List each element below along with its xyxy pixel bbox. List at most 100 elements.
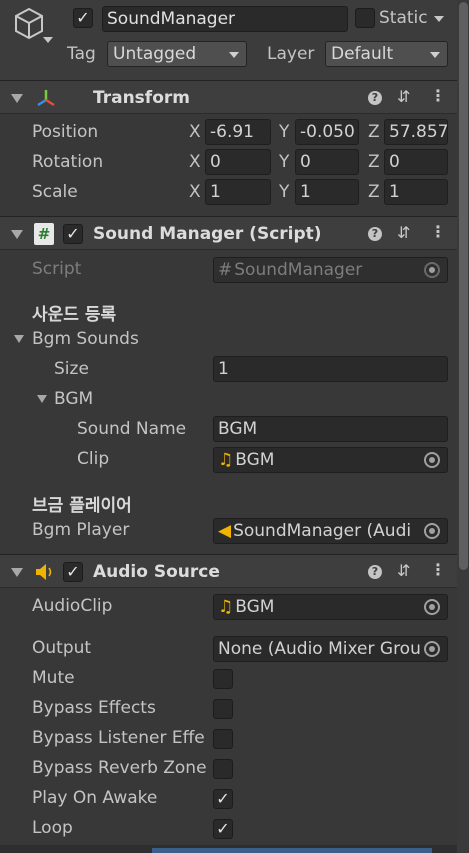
scale-x-field[interactable]: 1 <box>205 179 271 205</box>
bgm-player-field[interactable]: ◀ SoundManager (Audi <box>213 518 448 544</box>
audioclip-label[interactable]: AudioClip <box>32 596 112 616</box>
bypass-effects-checkbox[interactable] <box>213 699 233 719</box>
music-note-icon: ♫ <box>218 597 234 617</box>
mute-checkbox[interactable] <box>213 669 233 689</box>
loop-checkbox[interactable]: ✓ <box>213 819 233 839</box>
transform-header[interactable]: Transform ? ⇵ ⋮ <box>0 80 457 114</box>
static-toggle[interactable] <box>355 8 375 28</box>
script-file-icon: # <box>218 260 233 280</box>
scale-z-axis[interactable]: Z <box>368 182 380 202</box>
kebab-menu-icon[interactable]: ⋮ <box>430 222 446 241</box>
tag-dropdown[interactable]: Untagged <box>107 41 247 67</box>
tag-label: Tag <box>67 44 96 64</box>
scrollbar-thumb[interactable] <box>459 2 468 570</box>
script-value: SoundManager <box>234 260 363 280</box>
rotation-label[interactable]: Rotation <box>32 152 103 172</box>
object-picker-icon[interactable] <box>424 641 440 657</box>
bypass-listener-label[interactable]: Bypass Listener Effe <box>32 728 205 748</box>
bgm-element-foldout-icon[interactable] <box>37 395 47 403</box>
script-icon: # <box>34 223 54 245</box>
position-y-axis[interactable]: Y <box>279 122 289 142</box>
object-picker-icon[interactable] <box>424 523 440 539</box>
scale-z-field[interactable]: 1 <box>384 179 448 205</box>
play-on-awake-label[interactable]: Play On Awake <box>32 788 157 808</box>
script-enabled-toggle[interactable]: ✓ <box>63 224 83 244</box>
sliders-icon[interactable]: ⇵ <box>397 561 410 580</box>
bgm-sounds-foldout-icon[interactable] <box>14 335 24 343</box>
tag-value: Untagged <box>113 44 197 64</box>
clip-field[interactable]: ♫ BGM <box>213 447 448 473</box>
layer-value: Default <box>331 44 394 64</box>
audio-enabled-toggle[interactable]: ✓ <box>63 562 83 582</box>
audioclip-field[interactable]: ♫ BGM <box>213 594 448 620</box>
rotation-x-axis[interactable]: X <box>189 152 201 172</box>
sound-name-field[interactable]: BGM <box>213 416 448 442</box>
fold-arrow-icon[interactable] <box>11 568 23 577</box>
bgm-player-label[interactable]: Bgm Player <box>32 520 129 540</box>
rotation-y-field[interactable]: 0 <box>295 149 359 175</box>
transform-axes-icon <box>37 90 55 107</box>
object-picker-icon[interactable] <box>424 599 440 615</box>
object-picker-icon[interactable] <box>424 452 440 468</box>
size-field[interactable]: 1 <box>213 356 448 382</box>
speaker-icon <box>36 564 52 580</box>
fold-arrow-icon[interactable] <box>11 230 23 239</box>
output-value: None (Audio Mixer Grou <box>218 639 421 659</box>
kebab-menu-icon[interactable]: ⋮ <box>430 86 446 105</box>
script-component-header[interactable]: # ✓ Sound Manager (Script) ? ⇵ ⋮ <box>0 216 457 250</box>
rotation-z-axis[interactable]: Z <box>368 152 380 172</box>
bypass-reverb-label[interactable]: Bypass Reverb Zone <box>32 758 207 778</box>
kebab-menu-icon[interactable]: ⋮ <box>430 560 446 579</box>
cube-icon <box>15 7 43 40</box>
layer-dropdown[interactable]: Default <box>325 41 448 67</box>
icon-dropdown-arrow[interactable] <box>43 37 53 43</box>
transform-title: Transform <box>93 88 190 108</box>
loop-label[interactable]: Loop <box>32 818 73 838</box>
speaker-icon: ◀ <box>218 521 232 541</box>
output-field[interactable]: None (Audio Mixer Grou <box>213 636 448 662</box>
fold-arrow-icon[interactable] <box>11 94 23 103</box>
position-label[interactable]: Position <box>32 122 98 142</box>
sliders-icon[interactable]: ⇵ <box>397 87 410 106</box>
position-x-axis[interactable]: X <box>189 122 201 142</box>
bypass-effects-label[interactable]: Bypass Effects <box>32 698 156 718</box>
size-label[interactable]: Size <box>54 359 89 379</box>
audioclip-value: BGM <box>235 597 275 617</box>
bgm-element-label[interactable]: BGM <box>54 389 93 409</box>
bgm-player-value: SoundManager (Audi <box>233 521 412 541</box>
rotation-y-axis[interactable]: Y <box>279 152 289 172</box>
output-label[interactable]: Output <box>32 638 91 658</box>
help-icon[interactable]: ? <box>368 227 382 241</box>
bypass-reverb-checkbox[interactable] <box>213 759 233 779</box>
bottom-accent <box>152 848 432 853</box>
script-component-title: Sound Manager (Script) <box>93 224 322 244</box>
play-on-awake-checkbox[interactable]: ✓ <box>213 789 233 809</box>
clip-label[interactable]: Clip <box>77 449 109 469</box>
active-toggle[interactable]: ✓ <box>73 8 93 28</box>
audio-source-header[interactable]: ✓ Audio Source ? ⇵ ⋮ <box>0 554 457 588</box>
scale-y-axis[interactable]: Y <box>279 182 289 202</box>
rotation-x-field[interactable]: 0 <box>205 149 271 175</box>
scale-x-axis[interactable]: X <box>189 182 201 202</box>
sound-section-header: 사운드 등록 <box>32 305 117 325</box>
scale-label[interactable]: Scale <box>32 182 78 202</box>
mute-label[interactable]: Mute <box>32 668 75 688</box>
bgm-sounds-label[interactable]: Bgm Sounds <box>32 329 139 349</box>
help-icon[interactable]: ? <box>368 565 382 579</box>
rotation-z-field[interactable]: 0 <box>384 149 448 175</box>
scale-y-field[interactable]: 1 <box>295 179 359 205</box>
name-field[interactable]: SoundManager <box>102 6 348 32</box>
help-icon[interactable]: ? <box>368 91 382 105</box>
sound-name-label[interactable]: Sound Name <box>77 419 186 439</box>
bypass-listener-checkbox[interactable] <box>213 729 233 749</box>
script-field: # SoundManager <box>213 257 448 283</box>
static-label[interactable]: Static <box>379 8 428 28</box>
static-dropdown-icon[interactable] <box>434 16 444 22</box>
chevron-down-icon <box>229 52 239 58</box>
vertical-scrollbar[interactable] <box>457 0 469 853</box>
sliders-icon[interactable]: ⇵ <box>397 223 410 242</box>
position-z-field[interactable]: 57.857 <box>384 119 448 145</box>
position-z-axis[interactable]: Z <box>368 122 380 142</box>
position-y-field[interactable]: -0.050 <box>295 119 359 145</box>
position-x-field[interactable]: -6.91 <box>205 119 271 145</box>
